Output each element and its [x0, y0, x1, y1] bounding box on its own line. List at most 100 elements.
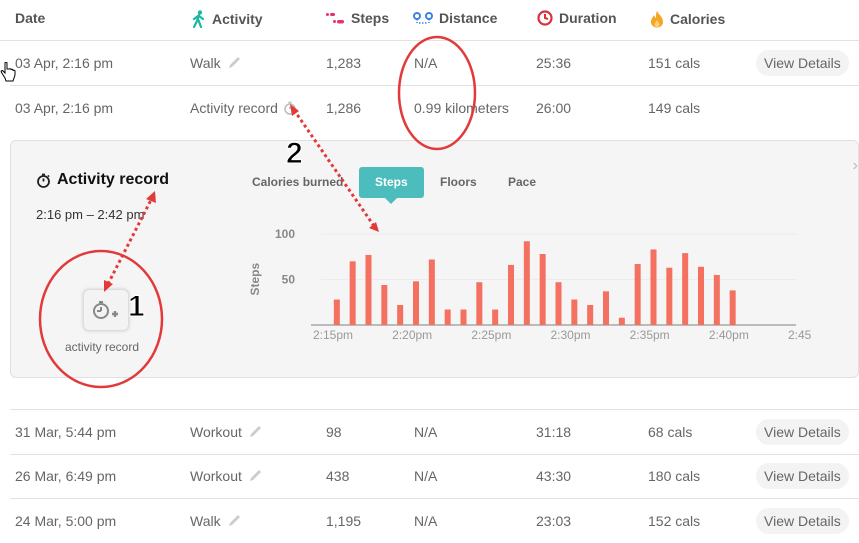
row-distance: N/A — [414, 468, 438, 484]
chart-bar — [365, 254, 372, 325]
clock-icon — [537, 10, 553, 26]
row-steps: 98 — [326, 424, 342, 440]
row-activity-label: Walk — [190, 513, 221, 529]
y-axis-label: Steps — [248, 262, 262, 295]
table-row[interactable]: 03 Apr, 2:16 pm Walk 1,283 N/A 25:36 151… — [10, 41, 859, 86]
view-details-button[interactable]: View Details — [756, 508, 849, 534]
header-duration[interactable]: Duration — [537, 10, 617, 26]
row-activity-label: Walk — [190, 55, 221, 71]
tab-floors[interactable]: Floors — [424, 167, 493, 198]
pencil-icon[interactable] — [226, 55, 242, 71]
table-row[interactable]: 26 Mar, 6:49 pm Workout 438 N/A 43:30 18… — [10, 454, 859, 499]
row-steps: 1,286 — [326, 100, 362, 116]
chart-bar — [492, 309, 499, 325]
row-duration: 31:18 — [536, 424, 572, 440]
header-activity-label: Activity — [212, 11, 263, 27]
row-steps: 1,283 — [326, 55, 362, 71]
chart-bar — [476, 282, 483, 325]
flame-icon — [651, 11, 663, 28]
chart-bar — [444, 309, 451, 325]
activity-detail-panel: Activity record 2:16 pm – 2:42 pm activi… — [10, 140, 859, 378]
detail-title-text: Activity record — [57, 171, 170, 188]
chart-bar — [571, 299, 578, 325]
x-tick-label: 2:40pm — [709, 328, 749, 342]
table-header: Date Activity Steps Distance Duration Ca… — [0, 0, 859, 41]
row-activity: Activity record — [190, 100, 297, 116]
row-calories: 151 cals — [648, 55, 701, 71]
table-row[interactable]: 03 Apr, 2:16 pm Activity record 1,286 0.… — [10, 86, 859, 130]
row-activity-label: Workout — [190, 424, 242, 440]
row-distance: 0.99 kilometers — [414, 100, 509, 116]
row-activity: Walk — [190, 55, 242, 71]
stopwatch-icon[interactable] — [283, 101, 297, 115]
view-details-button[interactable]: View Details — [756, 50, 849, 76]
table-row[interactable]: 31 Mar, 5:44 pm Workout 98 N/A 31:18 68 … — [10, 409, 859, 455]
chart-bar — [460, 309, 467, 325]
row-activity: Workout — [190, 424, 263, 440]
view-details-button[interactable]: View Details — [756, 463, 849, 489]
row-date: 03 Apr, 2:16 pm — [15, 100, 114, 116]
x-tick-label: 2:20pm — [392, 328, 432, 342]
chart-bar — [729, 290, 736, 325]
chart-bar — [555, 282, 562, 325]
row-activity-label: Workout — [190, 468, 242, 484]
row-calories: 152 cals — [648, 513, 701, 529]
pencil-icon[interactable] — [226, 513, 242, 529]
y-tick-label: 50 — [282, 273, 296, 287]
row-duration: 26:00 — [536, 100, 572, 116]
tab-calories-burned[interactable]: Calories burned — [236, 167, 359, 198]
row-steps: 438 — [326, 468, 350, 484]
view-details-button[interactable]: View Details — [756, 419, 849, 445]
header-distance-label: Distance — [439, 10, 498, 26]
chart-bar — [397, 304, 404, 325]
pencil-icon[interactable] — [247, 424, 263, 440]
chart-bar — [413, 281, 419, 325]
x-tick-label: 2:35pm — [630, 328, 670, 342]
row-duration: 23:03 — [536, 513, 572, 529]
route-pins-icon — [413, 12, 433, 24]
panel-next-chevron-icon[interactable]: › — [853, 157, 858, 175]
detail-time-range: 2:16 pm – 2:42 pm — [36, 207, 145, 222]
stopwatch-plus-icon — [93, 301, 118, 319]
detail-title: Activity record — [36, 171, 169, 189]
chart-bar — [333, 299, 340, 325]
header-distance[interactable]: Distance — [413, 10, 497, 26]
row-calories: 68 cals — [648, 424, 693, 440]
row-duration: 43:30 — [536, 468, 572, 484]
chart-bar — [428, 259, 435, 325]
tab-steps[interactable]: Steps — [359, 167, 424, 204]
row-distance: N/A — [414, 424, 438, 440]
header-steps-label: Steps — [351, 10, 390, 26]
y-tick-label: 100 — [275, 227, 295, 241]
row-distance: N/A — [414, 513, 438, 529]
chart-bar — [523, 241, 530, 325]
chart-bar — [713, 274, 720, 325]
row-date: 26 Mar, 6:49 pm — [15, 468, 117, 484]
footprints-icon — [326, 13, 344, 24]
chart-bar — [539, 254, 546, 325]
add-activity-record-button[interactable] — [83, 289, 129, 331]
stopwatch-icon — [37, 173, 50, 188]
chart-bar — [634, 264, 641, 325]
chart-bar — [682, 253, 689, 325]
header-calories[interactable]: Calories — [650, 10, 725, 28]
chart-bar — [698, 266, 704, 325]
table-row[interactable]: 24 Mar, 5:00 pm Walk 1,195 N/A 23:03 152… — [10, 499, 859, 543]
row-calories: 180 cals — [648, 468, 701, 484]
row-activity: Workout — [190, 468, 263, 484]
header-date-label: Date — [15, 10, 46, 26]
chart-bar — [666, 267, 673, 325]
row-activity-label: Activity record — [190, 100, 278, 116]
pencil-icon[interactable] — [247, 468, 263, 484]
chart-bar — [618, 317, 625, 325]
header-activity[interactable]: Activity — [192, 10, 263, 28]
x-tick-label: 2:25pm — [471, 328, 511, 342]
chart-bar — [587, 304, 594, 325]
header-calories-label: Calories — [670, 11, 726, 27]
tab-pace[interactable]: Pace — [492, 167, 552, 198]
header-duration-label: Duration — [559, 10, 617, 26]
header-steps[interactable]: Steps — [325, 10, 389, 26]
header-date[interactable]: Date — [15, 10, 45, 26]
chart-bar — [349, 261, 356, 325]
row-date: 03 Apr, 2:16 pm — [15, 55, 114, 71]
